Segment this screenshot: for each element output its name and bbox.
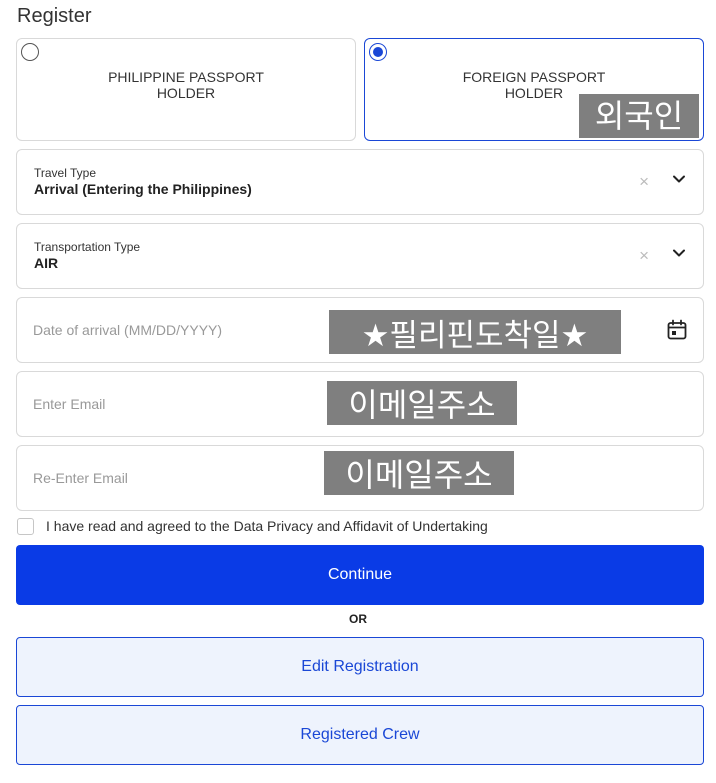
email-confirm-placeholder: Re-Enter Email [33,470,128,486]
radio-button-unselected[interactable] [21,43,39,61]
transportation-type-select[interactable]: Transportation Type AIR × [16,223,704,289]
agreement-label: I have read and agreed to the Data Priva… [46,518,488,534]
transportation-type-label: Transportation Type [34,240,141,254]
philippine-passport-label: PHILIPPINE PASSPORT HOLDER [108,68,264,101]
transportation-type-value: AIR [34,255,59,271]
travel-type-select[interactable]: Travel Type Arrival (Entering the Philip… [16,149,704,215]
continue-button[interactable]: Continue [16,545,704,605]
email-confirm-overlay-label: 이메일주소 [324,451,514,495]
arrival-date-overlay-label: ★필리핀도착일★ [329,310,621,354]
foreign-passport-option[interactable]: FOREIGN PASSPORT HOLDER 외국인 [364,38,704,141]
travel-type-label: Travel Type [34,166,97,180]
chevron-down-icon[interactable] [672,246,686,260]
or-separator: OR [349,612,367,626]
foreigner-overlay-label: 외국인 [579,94,699,138]
travel-type-value: Arrival (Entering the Philippines) [34,181,252,197]
edit-registration-button[interactable]: Edit Registration [16,637,704,697]
calendar-icon[interactable] [666,319,688,341]
date-of-arrival-placeholder: Date of arrival (MM/DD/YYYY) [33,322,223,338]
email-overlay-label: 이메일주소 [327,381,517,425]
philippine-passport-option[interactable]: PHILIPPINE PASSPORT HOLDER [16,38,356,141]
page-title: Register [17,5,92,27]
registered-crew-button[interactable]: Registered Crew [16,705,704,765]
radio-button-selected[interactable] [369,43,387,61]
clear-icon[interactable]: × [639,246,649,266]
email-placeholder: Enter Email [33,396,106,412]
clear-icon[interactable]: × [639,172,649,192]
chevron-down-icon[interactable] [672,172,686,186]
agreement-checkbox[interactable] [17,518,34,535]
